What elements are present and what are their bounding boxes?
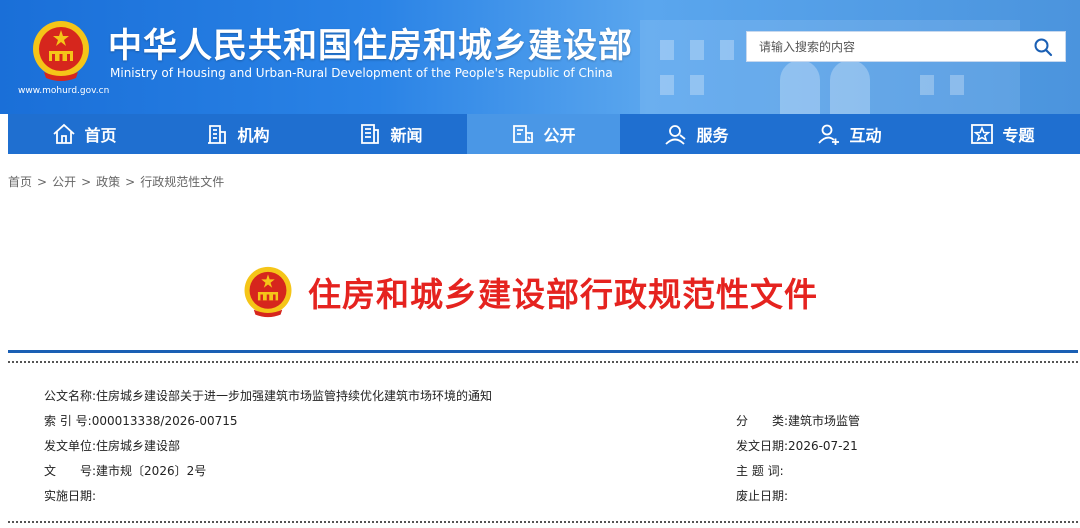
divider xyxy=(8,361,1078,363)
meta-value: 建筑市场监管 xyxy=(788,414,861,428)
meta-label: 分 类: xyxy=(736,414,789,428)
meta-value: 2026-07-21 xyxy=(788,439,858,453)
service-icon xyxy=(665,125,687,145)
meta-index: 索 引 号:000013338/2026-00715 xyxy=(44,412,238,429)
page-title-block: 住房和城乡建设部行政规范性文件 xyxy=(242,262,818,322)
search-box xyxy=(746,31,1066,62)
nav-item-organization[interactable]: 机构 xyxy=(161,114,314,154)
meta-value: 住房城乡建设部关于进一步加强建筑市场监管持续优化建筑市场环境的通知 xyxy=(96,389,493,403)
breadcrumb-current[interactable]: 行政规范性文件 xyxy=(140,175,224,189)
interact-icon xyxy=(818,124,840,145)
nav-item-topics[interactable]: 专题 xyxy=(926,114,1079,154)
nav-item-news[interactable]: 新闻 xyxy=(314,114,467,154)
public-icon xyxy=(513,125,534,143)
breadcrumb-separator: > xyxy=(81,175,92,189)
page-title: 住房和城乡建设部行政规范性文件 xyxy=(308,275,818,314)
site-title[interactable]: 中华人民共和国住房和城乡建设部 xyxy=(108,18,633,67)
meta-category: 分 类:建筑市场监管 xyxy=(736,412,860,429)
meta-label: 文 号: xyxy=(44,464,97,478)
meta-label: 实施日期: xyxy=(44,489,97,503)
meta-value: 建市规〔2026〕2号 xyxy=(96,464,207,478)
building-icon xyxy=(208,125,227,144)
meta-label: 发文日期: xyxy=(736,439,789,453)
home-icon xyxy=(53,123,76,144)
meta-unit: 发文单位:住房城乡建设部 xyxy=(44,437,180,454)
main-nav: 首页 机构 新闻 公开 服务 互动 专题 xyxy=(8,114,1080,154)
meta-impl-date: 实施日期: xyxy=(44,487,96,504)
meta-label: 主 题 词: xyxy=(736,464,784,478)
meta-expire-date: 废止日期: xyxy=(736,487,788,504)
nav-item-label: 新闻 xyxy=(390,126,423,145)
meta-value: 住房城乡建设部 xyxy=(96,439,181,453)
divider xyxy=(8,521,1078,523)
meta-label: 公文名称: xyxy=(44,389,97,403)
meta-value: 000013338/2026-00715 xyxy=(91,414,238,428)
star-icon xyxy=(971,124,994,144)
breadcrumb-policy[interactable]: 政策 xyxy=(96,175,120,189)
nav-item-label: 服务 xyxy=(696,126,729,145)
meta-issue-date: 发文日期:2026-07-21 xyxy=(736,437,858,454)
meta-doc-name: 公文名称:住房城乡建设部关于进一步加强建筑市场监管持续优化建筑市场环境的通知 xyxy=(44,387,492,404)
site-title-english: Ministry of Housing and Urban-Rural Deve… xyxy=(110,66,613,80)
search-input[interactable] xyxy=(747,32,1027,61)
nav-item-label: 首页 xyxy=(84,126,117,145)
meta-label: 发文单位: xyxy=(44,439,97,453)
nav-item-label: 互动 xyxy=(849,126,882,145)
national-emblem-icon xyxy=(244,266,292,318)
breadcrumb: 首页 > 公开 > 政策 > 行政规范性文件 xyxy=(8,173,224,190)
nav-item-service[interactable]: 服务 xyxy=(620,114,773,154)
nav-item-label: 机构 xyxy=(237,126,270,145)
news-icon xyxy=(361,124,380,144)
site-header: www.mohurd.gov.cn 中华人民共和国住房和城乡建设部 Minist… xyxy=(0,0,1080,114)
breadcrumb-separator: > xyxy=(37,175,48,189)
search-icon[interactable] xyxy=(1033,37,1053,57)
nav-item-label: 公开 xyxy=(543,126,576,145)
breadcrumb-public[interactable]: 公开 xyxy=(52,175,76,189)
nav-item-home[interactable]: 首页 xyxy=(8,114,161,154)
nav-item-label: 专题 xyxy=(1002,126,1035,145)
divider xyxy=(8,350,1078,353)
meta-label: 废止日期: xyxy=(736,489,789,503)
site-url: www.mohurd.gov.cn xyxy=(18,86,110,96)
meta-label: 索 引 号: xyxy=(44,414,92,428)
nav-item-interact[interactable]: 互动 xyxy=(773,114,926,154)
breadcrumb-separator: > xyxy=(125,175,136,189)
breadcrumb-home[interactable]: 首页 xyxy=(8,175,32,189)
meta-keywords: 主 题 词: xyxy=(736,462,784,479)
national-emblem-icon xyxy=(33,21,89,81)
meta-doc-number: 文 号:建市规〔2026〕2号 xyxy=(44,462,206,479)
nav-item-public[interactable]: 公开 xyxy=(467,114,620,154)
